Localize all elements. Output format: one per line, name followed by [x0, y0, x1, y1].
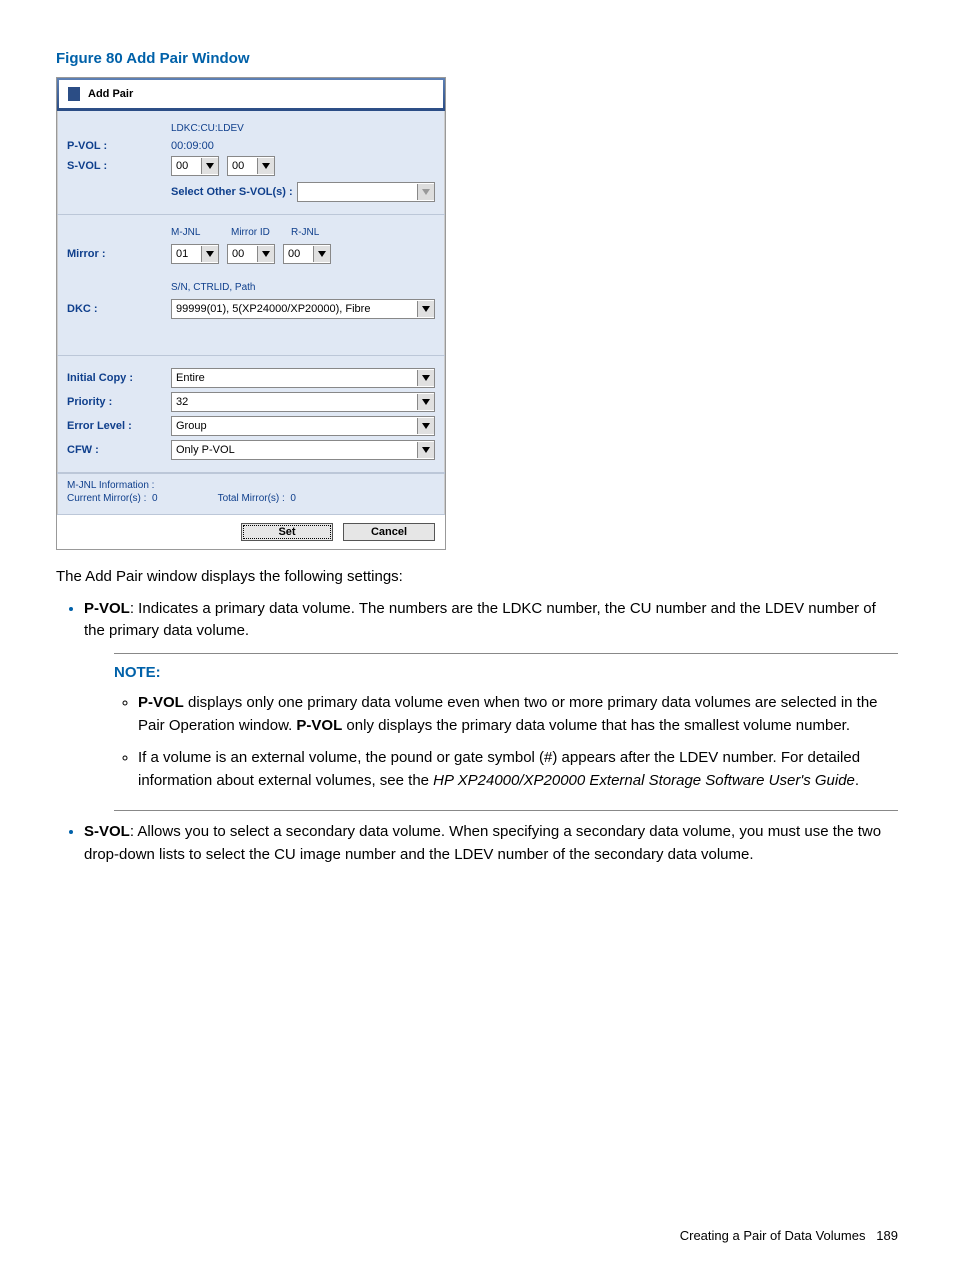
- figure-caption: Figure 80 Add Pair Window: [56, 50, 898, 67]
- dropdown-arrow-icon[interactable]: [417, 394, 434, 410]
- note-title: NOTE:: [114, 662, 898, 685]
- mjnl-header: M-JNL: [171, 227, 231, 238]
- page-number: 189: [876, 1228, 898, 1243]
- cfw-label: CFW :: [67, 444, 171, 456]
- cancel-button[interactable]: Cancel: [343, 523, 435, 541]
- dropdown-arrow-icon[interactable]: [417, 442, 434, 458]
- page-footer: Creating a Pair of Data Volumes 189: [680, 1228, 898, 1243]
- list-item: P-VOL displays only one primary data vol…: [138, 692, 898, 737]
- dropdown-arrow-icon[interactable]: [313, 246, 330, 262]
- svol-label: S-VOL :: [67, 160, 171, 172]
- mjnl-select[interactable]: 01: [171, 244, 219, 264]
- dropdown-arrow-icon[interactable]: [417, 301, 434, 317]
- total-mirrors-label: Total Mirror(s) :: [218, 493, 285, 504]
- dkc-select[interactable]: 99999(01), 5(XP24000/XP20000), Fibre: [171, 299, 435, 319]
- options-pane: Initial Copy : Entire Priority : 32 Erro…: [57, 356, 445, 473]
- svol-cu-select[interactable]: 00: [171, 156, 219, 176]
- note-text: .: [855, 772, 859, 789]
- priority-label: Priority :: [67, 396, 171, 408]
- select-other-svol-select[interactable]: [297, 182, 435, 202]
- dropdown-arrow-icon[interactable]: [201, 158, 218, 174]
- note-list: P-VOL displays only one primary data vol…: [114, 692, 898, 792]
- ldkc-header: LDKC:CU:LDEV: [171, 123, 244, 134]
- set-button[interactable]: Set: [241, 523, 333, 541]
- dkc-label: DKC :: [67, 303, 171, 315]
- window-icon: [66, 85, 82, 103]
- current-mirrors-value: 0: [152, 493, 158, 504]
- note-text: only displays the primary data volume th…: [342, 717, 850, 734]
- mirror-label: Mirror :: [67, 248, 171, 260]
- mirrorid-value: 00: [232, 248, 253, 260]
- rjnl-header: R-JNL: [291, 227, 351, 238]
- current-mirrors-label: Current Mirror(s) :: [67, 493, 146, 504]
- mjnl-info-label: M-JNL Information :: [67, 480, 435, 491]
- dropdown-arrow-icon[interactable]: [417, 418, 434, 434]
- mjnl-info-pane: M-JNL Information : Current Mirror(s) : …: [57, 473, 445, 514]
- select-other-svol-label: Select Other S-VOL(s) :: [171, 186, 293, 198]
- note-bold: P-VOL: [138, 694, 184, 711]
- error-level-value: Group: [176, 420, 413, 432]
- pvol-label: P-VOL :: [67, 140, 171, 152]
- cfw-select[interactable]: Only P-VOL: [171, 440, 435, 460]
- svol-cu-value: 00: [176, 160, 197, 172]
- dropdown-arrow-icon[interactable]: [417, 370, 434, 386]
- list-item: S-VOL: Allows you to select a secondary …: [84, 821, 898, 866]
- initial-copy-select[interactable]: Entire: [171, 368, 435, 388]
- mirror-pane: M-JNL Mirror ID R-JNL Mirror : 01 00 00 …: [57, 215, 445, 356]
- pvol-desc: : Indicates a primary data volume. The n…: [84, 600, 876, 640]
- dkc-value: 99999(01), 5(XP24000/XP20000), Fibre: [176, 303, 413, 315]
- dropdown-arrow-icon[interactable]: [417, 184, 434, 200]
- dropdown-arrow-icon[interactable]: [257, 246, 274, 262]
- window-title: Add Pair: [88, 88, 133, 100]
- mirrorid-header: Mirror ID: [231, 227, 291, 238]
- pvol-value: 00:09:00: [171, 140, 214, 152]
- svol-ldev-value: 00: [232, 160, 253, 172]
- initial-copy-label: Initial Copy :: [67, 372, 171, 384]
- svol-desc: : Allows you to select a secondary data …: [84, 823, 881, 863]
- error-level-label: Error Level :: [67, 420, 171, 432]
- priority-select[interactable]: 32: [171, 392, 435, 412]
- window-titlebar: Add Pair: [57, 78, 445, 111]
- pvol-svol-pane: LDKC:CU:LDEV P-VOL : 00:09:00 S-VOL : 00…: [57, 111, 445, 215]
- add-pair-window: Add Pair LDKC:CU:LDEV P-VOL : 00:09:00 S…: [56, 77, 446, 550]
- note-italic: HP XP24000/XP20000 External Storage Soft…: [433, 772, 855, 789]
- list-item: If a volume is an external volume, the p…: [138, 747, 898, 792]
- dkc-header: S/N, CTRLID, Path: [171, 282, 255, 293]
- priority-value: 32: [176, 396, 413, 408]
- button-bar: Set Cancel: [57, 514, 445, 549]
- intro-text: The Add Pair window displays the followi…: [56, 566, 898, 588]
- cfw-value: Only P-VOL: [176, 444, 413, 456]
- dropdown-arrow-icon[interactable]: [257, 158, 274, 174]
- settings-list: P-VOL: Indicates a primary data volume. …: [56, 598, 898, 867]
- error-level-select[interactable]: Group: [171, 416, 435, 436]
- list-item: P-VOL: Indicates a primary data volume. …: [84, 598, 898, 812]
- total-mirrors-value: 0: [290, 493, 296, 504]
- svol-ldev-select[interactable]: 00: [227, 156, 275, 176]
- note-box: NOTE: P-VOL displays only one primary da…: [114, 653, 898, 812]
- rjnl-value: 00: [288, 248, 309, 260]
- pvol-term: P-VOL: [84, 600, 130, 617]
- mjnl-value: 01: [176, 248, 197, 260]
- footer-text: Creating a Pair of Data Volumes: [680, 1228, 866, 1243]
- rjnl-select[interactable]: 00: [283, 244, 331, 264]
- mirrorid-select[interactable]: 00: [227, 244, 275, 264]
- note-bold: P-VOL: [296, 717, 342, 734]
- dropdown-arrow-icon[interactable]: [201, 246, 218, 262]
- mirror-headers: M-JNL Mirror ID R-JNL: [171, 227, 351, 238]
- svol-term: S-VOL: [84, 823, 130, 840]
- initial-copy-value: Entire: [176, 372, 413, 384]
